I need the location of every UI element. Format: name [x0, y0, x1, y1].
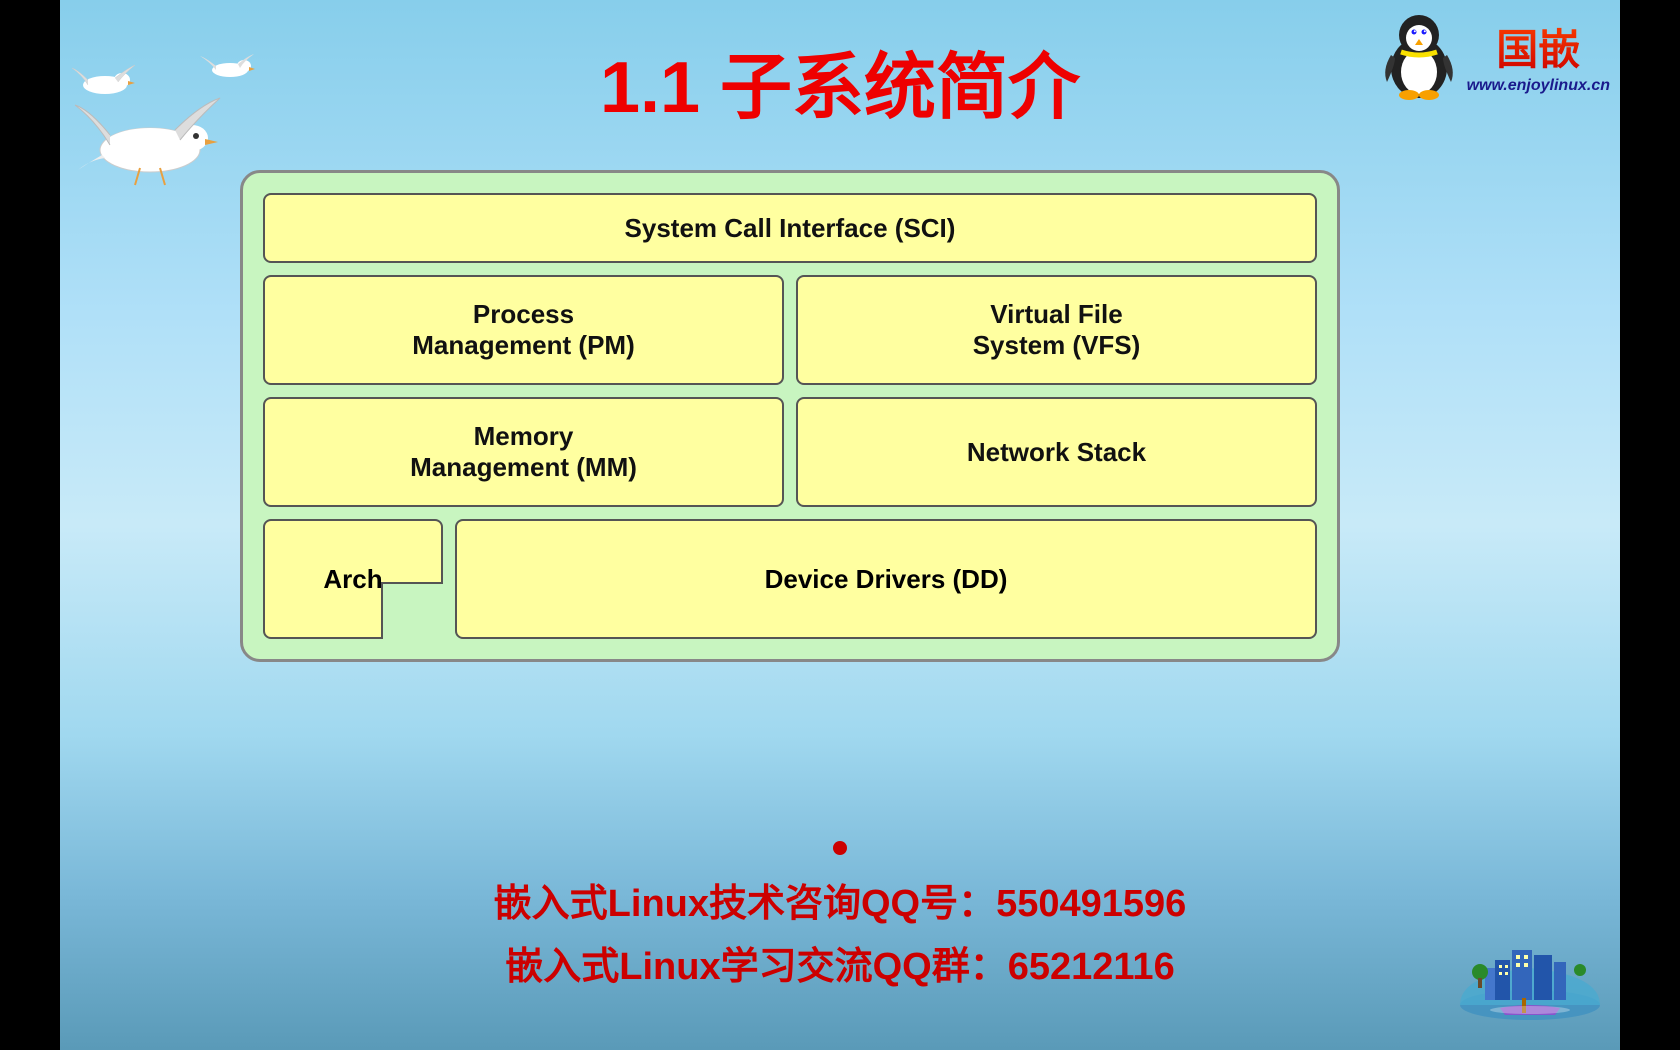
right-bar [1620, 0, 1680, 1050]
sci-row: System Call Interface (SCI) [263, 193, 1317, 263]
logo-brand: 国嵌 [1496, 16, 1580, 77]
diagram-container: System Call Interface (SCI) Process Mana… [240, 170, 1340, 662]
penguin-logo [1377, 10, 1462, 100]
bottom-text-1: 嵌入式Linux技术咨询QQ号：550491596 [494, 872, 1187, 927]
dd-box: Device Drivers (DD) [455, 519, 1317, 639]
logo-area: 国嵌 www.enjoylinux.cn [1377, 10, 1610, 100]
pm-vfs-row: Process Management (PM) Virtual File Sys… [263, 275, 1317, 385]
bottom-section: 嵌入式Linux技术咨询QQ号：550491596 嵌入式Linux学习交流QQ… [60, 872, 1620, 990]
nav-dot[interactable] [833, 841, 847, 855]
arch-box: Arch [263, 519, 443, 639]
mm-box: Memory Management (MM) [263, 397, 784, 507]
bottom-text-2: 嵌入式Linux学习交流QQ群：65212116 [505, 935, 1174, 990]
vfs-box: Virtual File System (VFS) [796, 275, 1317, 385]
sci-box: System Call Interface (SCI) [263, 193, 1317, 263]
logo-text-block: 国嵌 www.enjoylinux.cn [1467, 16, 1610, 95]
logo-url: www.enjoylinux.cn [1467, 77, 1610, 95]
network-box: Network Stack [796, 397, 1317, 507]
mm-network-row: Memory Management (MM) Network Stack [263, 397, 1317, 507]
page-title: 1.1 子系统简介 [600, 28, 1080, 133]
left-bar [0, 0, 60, 1050]
pm-box: Process Management (PM) [263, 275, 784, 385]
arch-dd-row: Arch Device Drivers (DD) [263, 519, 1317, 639]
